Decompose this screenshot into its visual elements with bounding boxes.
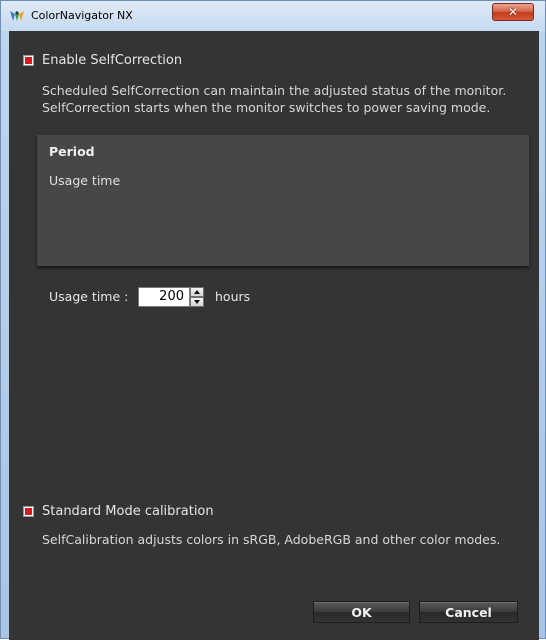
close-icon: ✕ <box>507 5 519 19</box>
title-bar[interactable]: ColorNavigator NX ✕ <box>1 1 545 31</box>
arrow-up-icon <box>194 290 200 294</box>
usage-time-unit: hours <box>215 289 251 304</box>
period-title: Period <box>49 144 95 159</box>
period-option-usage-time[interactable]: Usage time <box>49 173 120 188</box>
increment-button[interactable] <box>190 287 204 297</box>
enable-selfcorrection-checkbox[interactable] <box>23 55 34 66</box>
usage-time-label: Usage time : <box>49 289 129 304</box>
close-button[interactable]: ✕ <box>492 3 534 21</box>
standard-mode-label[interactable]: Standard Mode calibration <box>42 504 214 519</box>
period-panel: Period Usage time <box>37 135 529 266</box>
window-title: ColorNavigator NX <box>31 9 133 22</box>
cancel-button[interactable]: Cancel <box>419 601 518 623</box>
arrow-down-icon <box>194 300 200 304</box>
enable-selfcorrection-label[interactable]: Enable SelfCorrection <box>42 53 182 68</box>
dialog-content: Enable SelfCorrection Scheduled SelfCorr… <box>9 31 539 640</box>
selfcorrection-description-1: Scheduled SelfCorrection can maintain th… <box>42 83 507 98</box>
decrement-button[interactable] <box>190 297 204 307</box>
standard-mode-checkbox[interactable] <box>23 506 34 517</box>
selfcorrection-description-2: SelfCorrection starts when the monitor s… <box>42 100 491 115</box>
dialog-window: ColorNavigator NX ✕ Enable SelfCorrectio… <box>0 0 546 640</box>
ok-button[interactable]: OK <box>313 601 410 623</box>
usage-time-stepper <box>190 287 204 307</box>
standard-mode-description: SelfCalibration adjusts colors in sRGB, … <box>42 532 501 547</box>
colornavigator-logo-icon <box>10 11 24 21</box>
usage-time-input[interactable]: 200 <box>138 287 190 307</box>
